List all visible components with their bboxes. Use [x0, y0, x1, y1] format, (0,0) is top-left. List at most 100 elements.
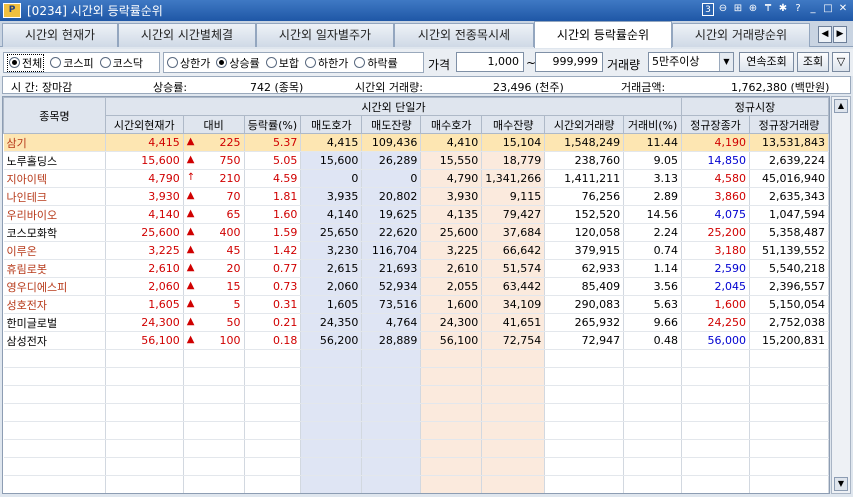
col-header-regular-volume[interactable]: 정규장거래량 — [748, 115, 829, 134]
minimize-button[interactable]: _ — [807, 3, 819, 16]
cell: 3,860 — [681, 187, 750, 206]
settings-icon[interactable]: ✱ — [777, 3, 789, 16]
radio-market-kospi[interactable]: 코스피 — [50, 55, 94, 71]
change-value: 45 — [226, 244, 241, 257]
cell — [105, 367, 184, 386]
col-header-ask-qty[interactable]: 매도잔량 — [361, 115, 422, 134]
change-value: 225 — [219, 136, 241, 149]
cell: 21,693 — [361, 259, 422, 278]
vertical-scrollbar[interactable]: ▲ ▼ — [831, 96, 851, 494]
market-radio-group: 전체 코스피 코스닥 — [3, 52, 160, 73]
cell: 56,100 — [420, 331, 483, 350]
cell — [623, 403, 683, 422]
col-header-close[interactable]: 정규장종가 — [681, 115, 750, 134]
tab-scroll-right-icon[interactable]: ▶ — [833, 26, 847, 43]
radio-dot — [265, 57, 277, 68]
table-row[interactable]: 노루홀딩스 15,600 ▲ 750 5.05 15,600 26,289 15,550 18,… — [3, 151, 829, 170]
table-row[interactable]: 나인테크 3,930 ▲ 70 1.81 3,935 20,802 3,930 9,115 76,… — [3, 187, 829, 206]
tab-afterhours-all-stocks[interactable]: 시간외 전종목시세 — [394, 23, 534, 47]
cell: 1,548,249 — [544, 133, 625, 152]
cell: 45,016,940 — [749, 169, 829, 188]
table-row[interactable] — [3, 421, 829, 440]
table-row[interactable] — [3, 385, 829, 404]
cell: 3.56 — [623, 277, 683, 296]
chevron-down-icon: ▼ — [719, 53, 733, 71]
cell: ▲ 225 — [183, 133, 245, 152]
stock-name: 삼기 — [3, 133, 106, 152]
col-header-ah-price[interactable]: 시간외현재가 — [104, 115, 184, 134]
tab-scroll-left-icon[interactable]: ◀ — [818, 26, 832, 43]
radio-lower-limit[interactable]: 하한가 — [305, 55, 348, 71]
filter-icon[interactable]: ▽ — [832, 52, 850, 72]
tab-afterhours-time-trades[interactable]: 시간외 시간별체결 — [118, 23, 256, 47]
pin-icon[interactable]: ₸ — [762, 3, 774, 16]
help-icon[interactable]: ? — [792, 3, 804, 16]
cell — [420, 385, 483, 404]
radio-upper-limit[interactable]: 상한가 — [167, 55, 210, 71]
price-to-input[interactable]: 999,999 — [535, 52, 603, 72]
radio-fall-rate[interactable]: 하락률 — [354, 55, 398, 71]
cell — [3, 475, 106, 493]
table-row[interactable]: 우리바이오 4,140 ▲ 65 1.60 4,140 19,625 4,135 79,427 1… — [3, 205, 829, 224]
table-row[interactable] — [3, 439, 829, 458]
table-row[interactable] — [3, 403, 829, 422]
table-row[interactable]: 삼기 4,415 ▲ 225 5.37 4,415 109,436 4,410 15,104 1,… — [3, 133, 829, 152]
tab-afterhours-volume-rank[interactable]: 시간외 거래량순위 — [672, 23, 810, 47]
price-from-input[interactable]: 1,000 — [456, 52, 524, 72]
tab-afterhours-price[interactable]: 시간외 현재가 — [2, 23, 118, 47]
cell: 1.60 — [244, 205, 302, 224]
col-header-ah-volume[interactable]: 시간외거래량 — [544, 115, 625, 134]
scroll-up-icon[interactable]: ▲ — [834, 99, 848, 113]
tab-afterhours-daily[interactable]: 시간외 일자별주가 — [256, 23, 394, 47]
screen-number-button[interactable]: 3 — [702, 3, 714, 16]
tab-afterhours-change-rank[interactable]: 시간외 등락률순위 — [534, 21, 672, 48]
col-header-ask[interactable]: 매도호가 — [300, 115, 363, 134]
radio-unchanged[interactable]: 보합 — [265, 55, 299, 71]
table-row[interactable] — [3, 367, 829, 386]
cell — [361, 349, 422, 368]
table-row[interactable]: 지아이텍 4,790 ↑ 210 4.59 0 0 4,790 1,341,266 1,411,2… — [3, 169, 829, 188]
cell — [244, 367, 302, 386]
maximize-button[interactable]: □ — [822, 3, 834, 16]
radio-market-kosdaq[interactable]: 코스닥 — [99, 55, 143, 71]
table-row[interactable]: 성호전자 1,605 ▲ 5 0.31 1,605 73,516 1,600 34,109 290… — [3, 295, 829, 314]
col-header-volume-ratio[interactable]: 거래비(%) — [623, 115, 683, 134]
cell: 2,045 — [681, 277, 750, 296]
up-arrow-icon: ▲ — [186, 136, 195, 147]
zoom-out-icon[interactable]: ⊖ — [717, 3, 729, 16]
close-button[interactable]: ✕ — [837, 3, 849, 16]
cell: 2,752,038 — [749, 313, 829, 332]
table-body: 삼기 4,415 ▲ 225 5.37 4,415 109,436 4,410 15,104 1,… — [3, 133, 829, 493]
cell: 79,427 — [481, 205, 546, 224]
zoom-in-icon[interactable]: ⊕ — [747, 3, 759, 16]
cell: 238,760 — [544, 151, 625, 170]
fit-window-icon[interactable]: ⊞ — [732, 3, 744, 16]
cell — [544, 475, 625, 493]
up-arrow-icon: ▲ — [186, 280, 195, 291]
table-row[interactable]: 코스모화학 25,600 ▲ 400 1.59 25,650 22,620 25,600 37,… — [3, 223, 829, 242]
table-row[interactable]: 영우디에스피 2,060 ▲ 15 0.73 2,060 52,934 2,055 63,442… — [3, 277, 829, 296]
continuous-query-button[interactable]: 연속조회 — [739, 52, 794, 72]
volume-select[interactable]: 5만주이상 ▼ — [648, 52, 734, 72]
col-header-bid[interactable]: 매수호가 — [420, 115, 483, 134]
cell: ▲ 750 — [183, 151, 245, 170]
table-row[interactable]: 삼성전자 56,100 ▲ 100 0.18 56,200 28,889 56,100 72,7… — [3, 331, 829, 350]
table-row[interactable] — [3, 349, 829, 368]
cell: 0.73 — [244, 277, 302, 296]
cell: 1,600 — [681, 295, 750, 314]
col-header-change-rate[interactable]: 등락률(%) — [243, 115, 302, 134]
scroll-down-icon[interactable]: ▼ — [834, 477, 848, 491]
radio-rise-rate[interactable]: 상승률 — [216, 55, 260, 71]
col-header-bid-qty[interactable]: 매수잔량 — [481, 115, 546, 134]
table-row[interactable]: 휴림로봇 2,610 ▲ 20 0.77 2,615 21,693 2,610 51,574 62… — [3, 259, 829, 278]
cell — [544, 349, 625, 368]
col-header-change[interactable]: 대비 — [182, 115, 245, 134]
col-header-name[interactable]: 종목명 — [3, 97, 106, 134]
radio-market-all[interactable]: 전체 — [7, 53, 45, 72]
table-row[interactable]: 한미글로벌 24,300 ▲ 50 0.21 24,350 4,764 24,300 41,65… — [3, 313, 829, 332]
table-row[interactable] — [3, 457, 829, 476]
table-row[interactable]: 이루온 3,225 ▲ 45 1.42 3,230 116,704 3,225 66,642 37… — [3, 241, 829, 260]
cell — [481, 475, 546, 493]
table-row[interactable] — [3, 475, 829, 493]
query-button[interactable]: 조회 — [797, 52, 829, 72]
